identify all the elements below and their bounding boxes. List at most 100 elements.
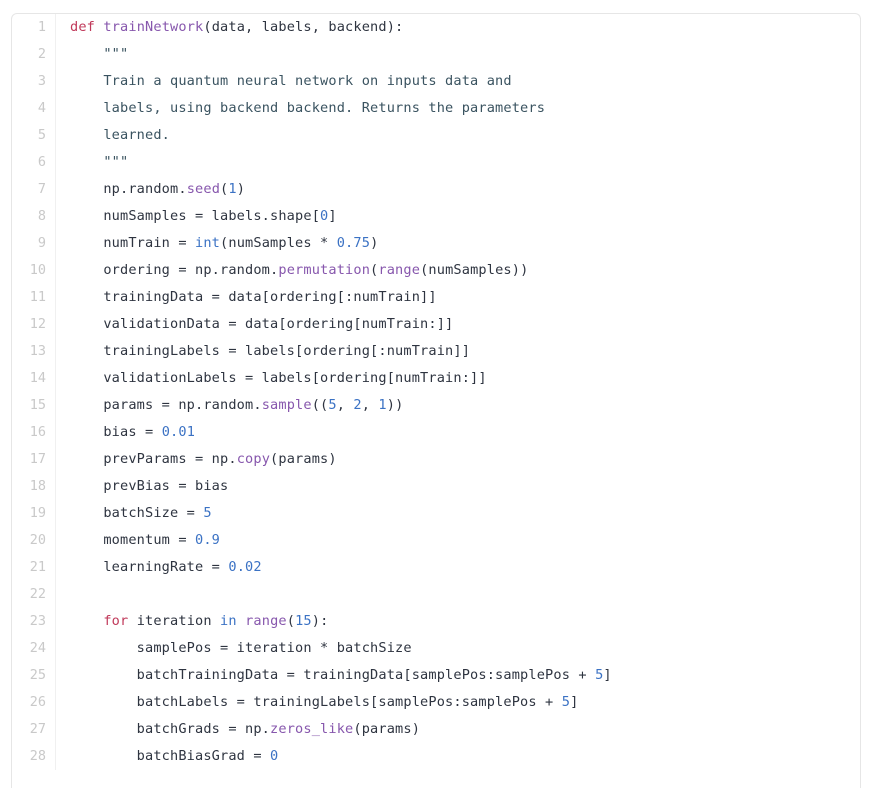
code-line-row: 9 numTrain = int(numSamples * 0.75) [12,230,860,257]
code-line-text[interactable]: batchSize = 5 [56,500,861,527]
line-number: 26 [12,689,56,716]
code-line-text[interactable]: Train a quantum neural network on inputs… [56,68,861,95]
code-token-num: 5 [561,694,571,710]
code-line-text[interactable]: trainingData = data[ordering[:numTrain]] [56,284,861,311]
code-line-row: 11 trainingData = data[ordering[:numTrai… [12,284,860,311]
code-token-num: 2 [353,397,362,413]
code-line-text[interactable]: batchBiasGrad = 0 [56,743,861,770]
code-token-fn: trainNetwork [103,19,204,35]
code-token-bi: int [195,235,221,251]
code-token-pl: batchSize = [70,505,204,521]
code-line-text[interactable]: samplePos = iteration * batchSize [56,635,861,662]
code-line-row: 24 samplePos = iteration * batchSize [12,635,860,662]
code-line-text[interactable]: labels, using backend backend. Returns t… [56,95,861,122]
code-line-row: 12 validationData = data[ordering[numTra… [12,311,860,338]
code-line-text[interactable]: trainingLabels = labels[ordering[:numTra… [56,338,861,365]
code-token-pl: ] [328,208,337,224]
code-line-text[interactable]: """ [56,41,861,68]
code-line-text[interactable]: params = np.random.sample((5, 2, 1)) [56,392,861,419]
line-number: 27 [12,716,56,743]
code-token-fn: sample [261,397,312,413]
code-token-pl: ) [370,235,379,251]
code-line-row: 25 batchTrainingData = trainingData[samp… [12,662,860,689]
line-number: 5 [12,122,56,149]
line-number: 19 [12,500,56,527]
code-line-text[interactable]: def trainNetwork(data, labels, backend): [56,14,861,41]
code-token-num: 0.02 [228,559,262,575]
code-line-row: 21 learningRate = 0.02 [12,554,860,581]
code-line-text[interactable]: learned. [56,122,861,149]
line-number: 18 [12,473,56,500]
code-token-pl: ( [286,613,296,629]
code-token-kw: for [103,613,129,629]
line-number: 7 [12,176,56,203]
line-number: 3 [12,68,56,95]
code-token-doc: """ [103,46,129,62]
line-number: 17 [12,446,56,473]
code-line-text[interactable]: batchLabels = trainingLabels[samplePos:s… [56,689,861,716]
code-token-pl: np.random. [70,181,187,197]
code-token-doc: learned. [103,127,171,143]
line-number: 25 [12,662,56,689]
code-token-pl: (params) [270,451,337,467]
line-number: 4 [12,95,56,122]
code-line-text[interactable]: """ [56,149,861,176]
code-line-row: 15 params = np.random.sample((5, 2, 1)) [12,392,860,419]
code-line-text[interactable]: learningRate = 0.02 [56,554,861,581]
code-line-row: 23 for iteration in range(15): [12,608,860,635]
code-line-text[interactable]: momentum = 0.9 [56,527,861,554]
code-token-pl: ] [603,667,612,683]
code-token-pl: (data, labels, backend): [203,19,404,35]
code-line-text[interactable]: batchGrads = np.zeros_like(params) [56,716,861,743]
code-line-row: 6 """ [12,149,860,176]
code-line-text[interactable] [56,581,861,608]
code-line-row: 8 numSamples = labels.shape[0] [12,203,860,230]
code-line-text[interactable]: numTrain = int(numSamples * 0.75) [56,230,861,257]
code-line-text[interactable]: np.random.seed(1) [56,176,861,203]
code-line-text[interactable]: validationData = data[ordering[numTrain:… [56,311,861,338]
code-token-pl: params = np.random. [70,397,262,413]
code-line-text[interactable]: prevBias = bias [56,473,861,500]
code-token-pl: trainingLabels = labels[ordering[:numTra… [70,343,471,359]
code-token-pl: momentum = [70,532,196,548]
code-line-row: 18 prevBias = bias [12,473,860,500]
code-token-pl: prevParams = np. [70,451,237,467]
code-lines-table: 1 def trainNetwork(data, labels, backend)… [12,14,860,770]
code-token-pl: ) [236,181,246,197]
line-number: 9 [12,230,56,257]
code-line-row: 7 np.random.seed(1) [12,176,860,203]
code-token-num: 0 [270,748,279,764]
code-token-doc: """ [103,154,129,170]
code-line-text[interactable]: validationLabels = labels[ordering[numTr… [56,365,861,392]
code-line-text[interactable]: ordering = np.random.permutation(range(n… [56,257,861,284]
line-number: 2 [12,41,56,68]
code-lines-body: 1 def trainNetwork(data, labels, backend)… [12,14,860,770]
code-line-row: 5 learned. [12,122,860,149]
code-line-row: 20 momentum = 0.9 [12,527,860,554]
code-line-text[interactable]: batchTrainingData = trainingData[sampleP… [56,662,861,689]
code-block-container: 1 def trainNetwork(data, labels, backend)… [11,13,861,788]
code-line-row: 26 batchLabels = trainingLabels[samplePo… [12,689,860,716]
code-line-text[interactable]: bias = 0.01 [56,419,861,446]
code-token-fn: range [245,613,287,629]
code-token-fn: copy [236,451,271,467]
code-token-pl: (numSamples * [220,235,337,251]
code-line-row: 10 ordering = np.random.permutation(rang… [12,257,860,284]
code-line-text[interactable]: for iteration in range(15): [56,608,861,635]
code-token-fn: seed [186,181,221,197]
line-number: 8 [12,203,56,230]
code-token-num: 5 [328,397,337,413]
code-token-pl: ] [570,694,579,710]
code-line-text[interactable]: numSamples = labels.shape[0] [56,203,861,230]
code-token-num: 0.9 [195,532,221,548]
code-token-num: 15 [295,613,312,629]
code-line-text[interactable]: prevParams = np.copy(params) [56,446,861,473]
code-token-num: 5 [203,505,212,521]
code-token-num: 0.75 [336,235,371,251]
